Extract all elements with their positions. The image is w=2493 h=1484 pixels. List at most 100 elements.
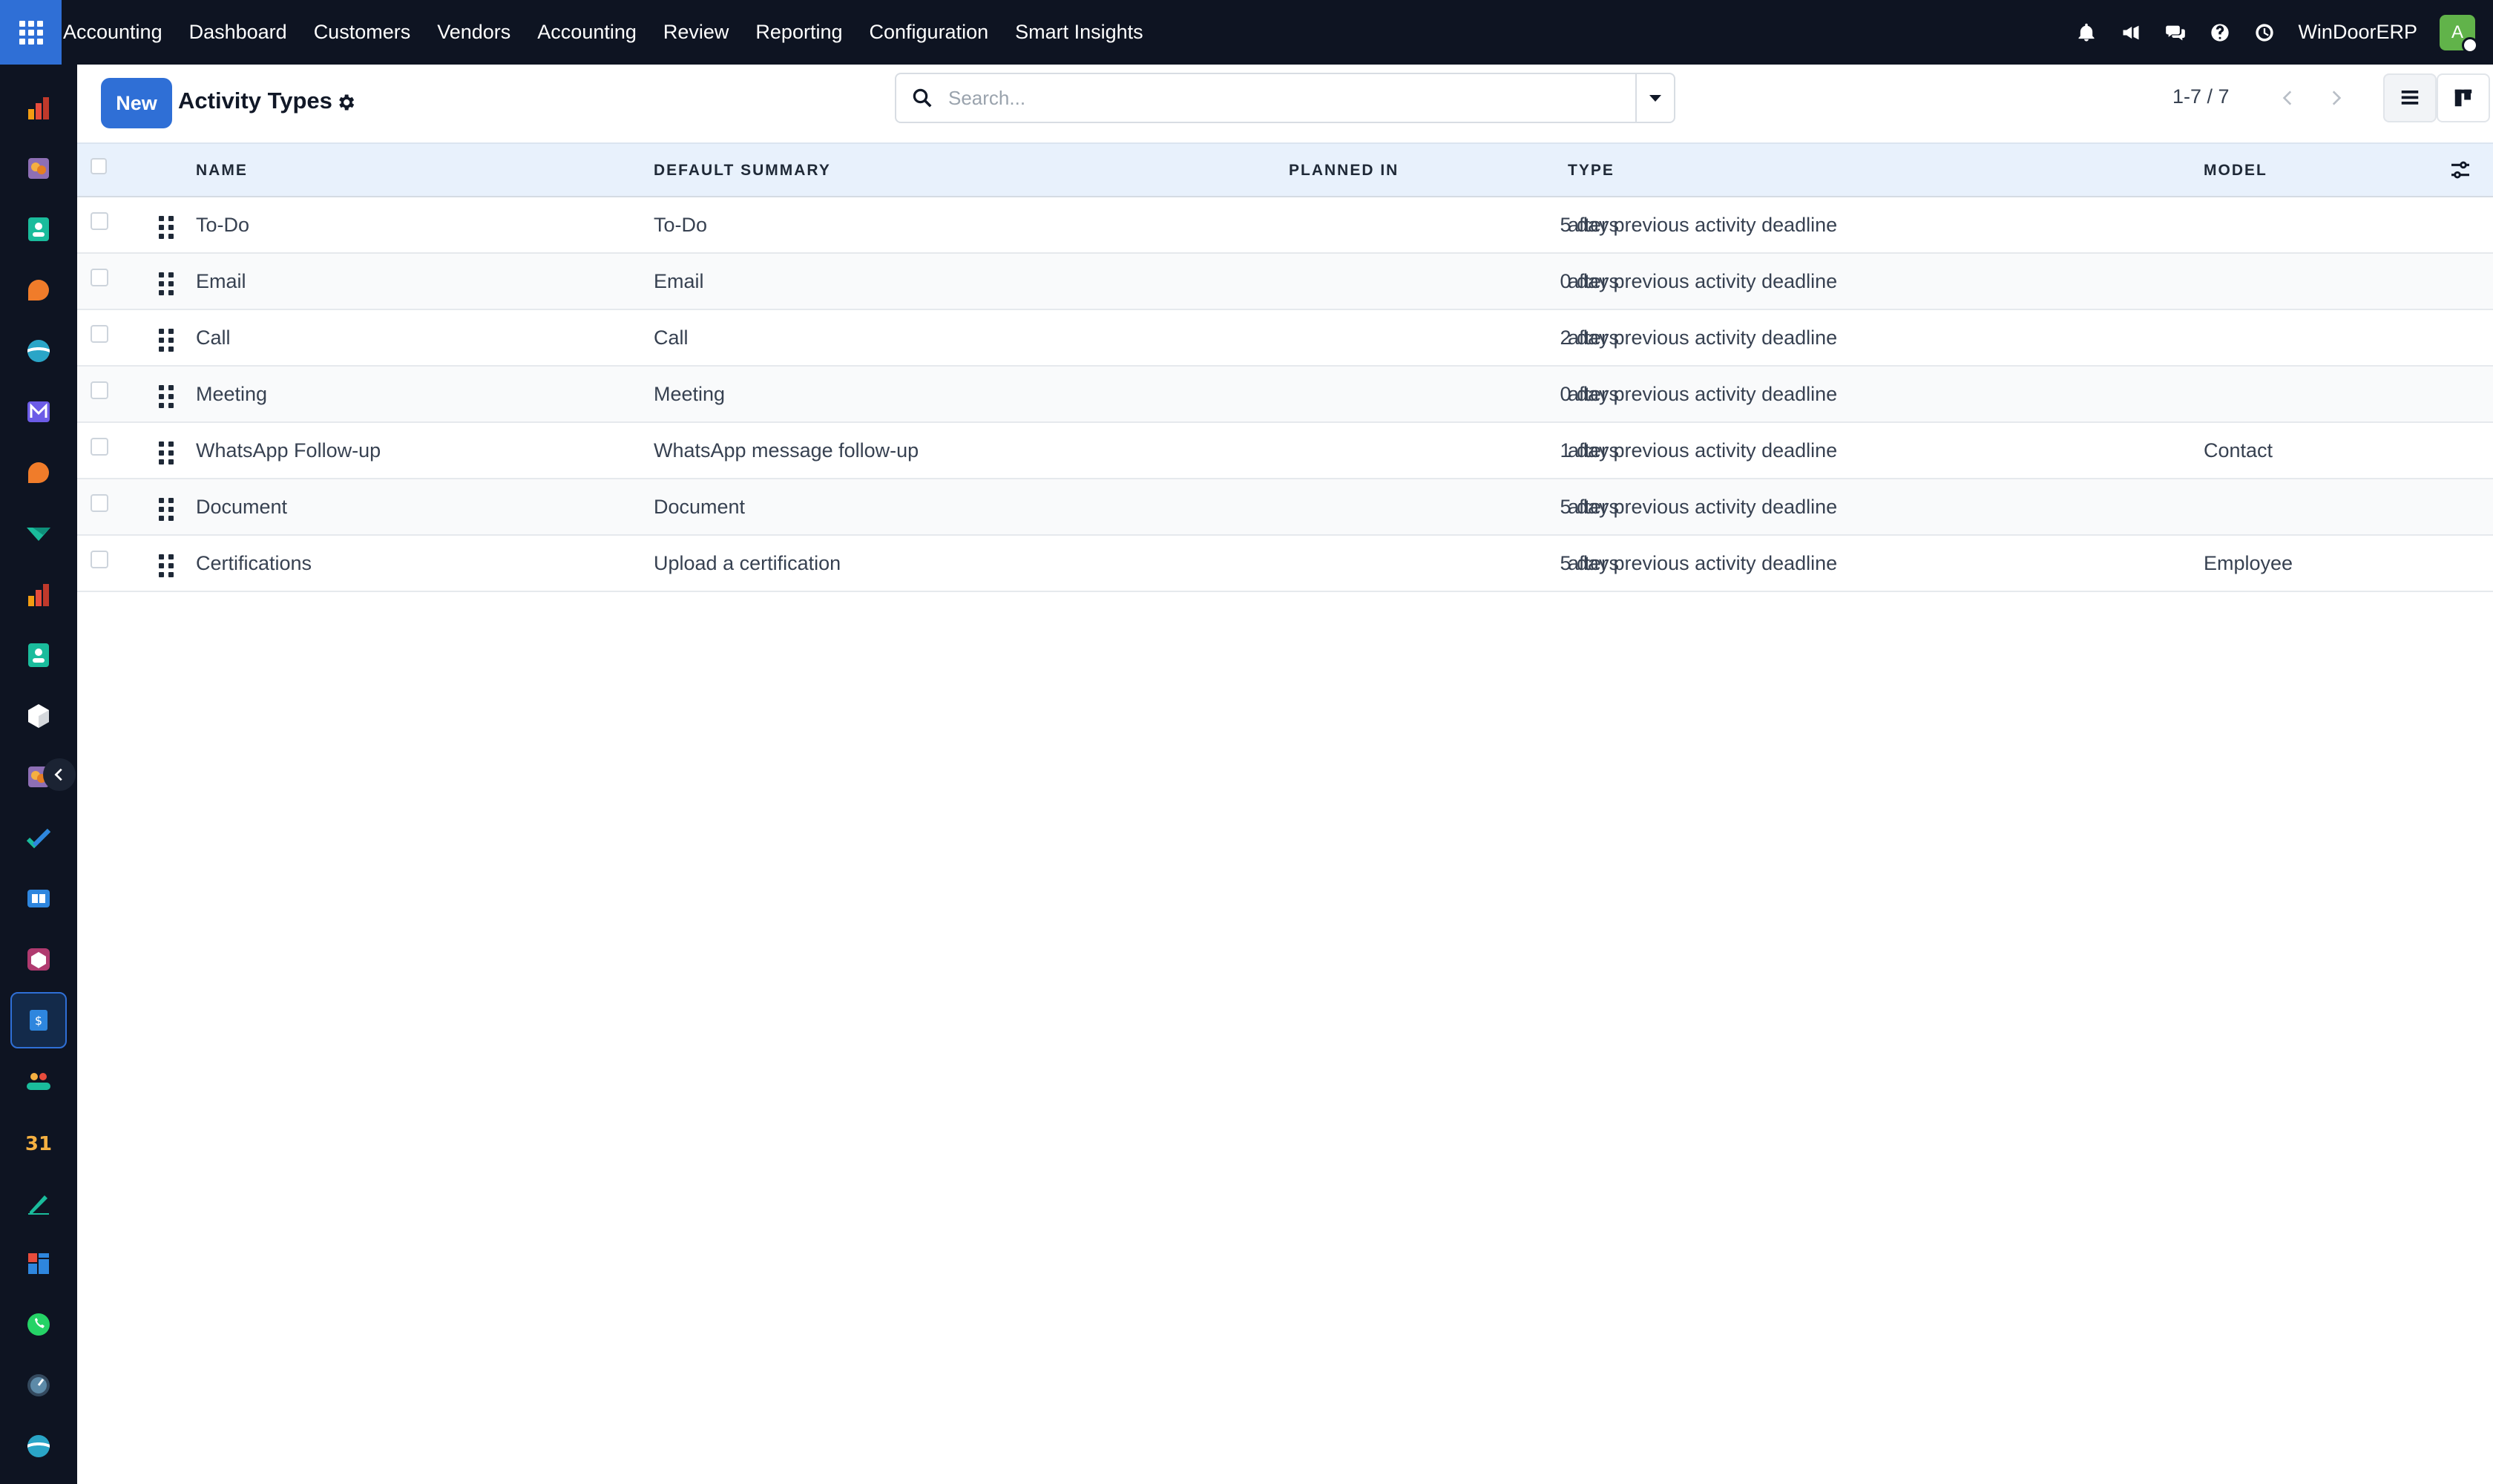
cell-type: after previous activity deadline: [1568, 270, 1838, 292]
pager-previous-button[interactable]: [2267, 74, 2309, 122]
menu-review[interactable]: Review: [650, 21, 743, 44]
table-row[interactable]: Call Call 2 days after previous activity…: [77, 310, 2493, 367]
menu-reporting[interactable]: Reporting: [742, 21, 855, 44]
menu-configuration[interactable]: Configuration: [856, 21, 1002, 44]
row-checkbox[interactable]: [91, 494, 108, 512]
cell-default-summary: To-Do: [654, 214, 708, 236]
rail-project-icon[interactable]: [10, 810, 67, 866]
drag-handle-icon[interactable]: [154, 439, 175, 464]
cell-default-summary: Email: [654, 270, 704, 292]
rail-team-icon[interactable]: [10, 1053, 67, 1109]
table-row[interactable]: Meeting Meeting 0 days after previous ac…: [77, 367, 2493, 423]
chevron-left-icon: [2282, 91, 2292, 105]
drag-handle-icon[interactable]: [154, 326, 175, 352]
chat-icon[interactable]: [2164, 22, 2187, 44]
menu-dashboard[interactable]: Dashboard: [176, 21, 300, 44]
rail-planning-icon[interactable]: [10, 505, 67, 562]
rail-timer-icon[interactable]: [10, 1357, 67, 1414]
column-header-planned-in[interactable]: PLANNED IN: [1289, 162, 1399, 180]
megaphone-icon[interactable]: [2120, 22, 2142, 44]
user-avatar[interactable]: A: [2440, 14, 2478, 53]
cell-default-summary: WhatsApp message follow-up: [654, 439, 919, 462]
cell-default-summary: Document: [654, 496, 746, 518]
drag-handle-icon[interactable]: [154, 496, 175, 521]
menu-accounting[interactable]: Accounting: [524, 21, 650, 44]
table-row[interactable]: Document Document 5 days after previous …: [77, 479, 2493, 536]
clock-icon[interactable]: [2253, 22, 2276, 44]
search-input[interactable]: [948, 76, 1635, 120]
rail-collapse-button[interactable]: [43, 758, 76, 791]
menu-vendors[interactable]: Vendors: [424, 21, 524, 44]
rail-discuss-icon[interactable]: [10, 262, 67, 318]
rail-dashboards-icon[interactable]: [10, 1235, 67, 1292]
table-body: To-Do To-Do 5 days after previous activi…: [77, 197, 2493, 592]
rail-knowledge-icon[interactable]: [10, 870, 67, 927]
drag-handle-icon[interactable]: [154, 552, 175, 577]
rail-contacts-icon[interactable]: [10, 201, 67, 257]
column-header-default-summary[interactable]: DEFAULT SUMMARY: [654, 162, 831, 180]
rail-email-marketing-icon[interactable]: [10, 384, 67, 440]
row-checkbox[interactable]: [91, 381, 108, 399]
kanban-view-button[interactable]: [2437, 73, 2490, 122]
systray: WinDoorERP A: [2075, 0, 2478, 65]
pager-next-button[interactable]: [2315, 74, 2356, 122]
company-switcher[interactable]: WinDoorERP: [2298, 21, 2417, 44]
rail-apps-store-icon[interactable]: [10, 931, 67, 988]
pager-value[interactable]: 1-7 / 7: [2172, 85, 2230, 108]
rail-expenses-icon[interactable]: $: [10, 992, 67, 1048]
cell-default-summary: Upload a certification: [654, 552, 841, 574]
gear-icon[interactable]: [335, 92, 356, 113]
rail-sign-pen-icon[interactable]: [10, 1175, 67, 1231]
select-all-checkbox[interactable]: [91, 158, 107, 174]
row-checkbox[interactable]: [91, 438, 108, 456]
menu-customers[interactable]: Customers: [300, 21, 424, 44]
optional-columns-icon[interactable]: [2448, 158, 2472, 182]
cell-default-summary: Meeting: [654, 383, 726, 405]
rail-website2-icon[interactable]: [10, 1418, 67, 1474]
column-header-model[interactable]: MODEL: [2204, 162, 2267, 180]
cell-model: Employee: [2204, 552, 2293, 574]
column-header-name[interactable]: NAME: [196, 162, 248, 180]
table-row[interactable]: Certifications Upload a certification 5 …: [77, 536, 2493, 592]
table-row[interactable]: WhatsApp Follow-up WhatsApp message foll…: [77, 423, 2493, 479]
rail-sign-icon[interactable]: [10, 140, 67, 197]
table-header: NAME DEFAULT SUMMARY PLANNED IN TYPE MOD…: [77, 142, 2493, 197]
rail-invoicing-icon[interactable]: [10, 566, 67, 623]
rail-inventory-icon[interactable]: [10, 688, 67, 744]
search-icon[interactable]: [896, 74, 948, 122]
row-checkbox[interactable]: [91, 551, 108, 568]
column-header-type[interactable]: TYPE: [1568, 162, 1615, 180]
chevron-right-icon: [2332, 91, 2342, 105]
drag-handle-icon[interactable]: [154, 270, 175, 295]
rail-accounting-icon[interactable]: [10, 79, 67, 136]
search-options-toggle[interactable]: [1635, 74, 1674, 122]
drag-handle-icon[interactable]: [154, 383, 175, 408]
rail-whatsapp-icon[interactable]: [10, 1296, 67, 1353]
table-row[interactable]: To-Do To-Do 5 days after previous activi…: [77, 197, 2493, 254]
cell-name: To-Do: [196, 214, 250, 236]
cell-type: after previous activity deadline: [1568, 326, 1838, 349]
rail-calendar-icon[interactable]: 31: [10, 1114, 67, 1170]
table-row[interactable]: Email Email 0 days after previous activi…: [77, 254, 2493, 310]
drag-handle-icon[interactable]: [154, 214, 175, 239]
rail-livechat-icon[interactable]: [10, 444, 67, 501]
bell-icon[interactable]: [2075, 22, 2098, 44]
new-button[interactable]: New: [101, 78, 172, 128]
cell-type: after previous activity deadline: [1568, 214, 1838, 236]
menu-brand-accounting[interactable]: Accounting: [62, 21, 176, 44]
top-navbar: Accounting Dashboard Customers Vendors A…: [0, 0, 2493, 65]
row-checkbox[interactable]: [91, 269, 108, 286]
help-icon[interactable]: [2209, 22, 2231, 44]
presence-dot: [2462, 36, 2478, 53]
rail-website-icon[interactable]: [10, 323, 67, 379]
list-view-button[interactable]: [2383, 73, 2437, 122]
row-checkbox[interactable]: [91, 325, 108, 343]
menu-smart-insights[interactable]: Smart Insights: [1002, 21, 1157, 44]
row-checkbox[interactable]: [91, 212, 108, 230]
app-menu-button[interactable]: [0, 0, 62, 65]
caret-down-icon: [1649, 94, 1661, 102]
avatar-letter: A: [2451, 22, 2463, 42]
rail-employees-icon[interactable]: [10, 627, 67, 683]
list-icon: [2401, 91, 2419, 105]
main-menu: Accounting Dashboard Customers Vendors A…: [62, 0, 1157, 65]
